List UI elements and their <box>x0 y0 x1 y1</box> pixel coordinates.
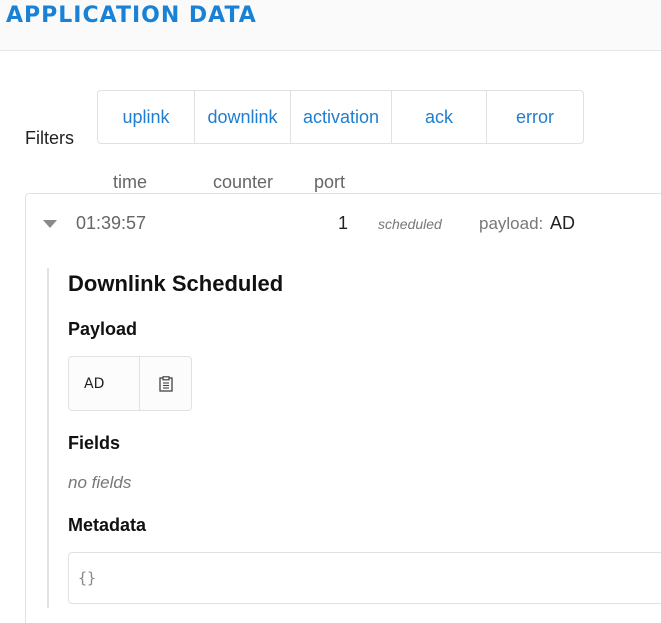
metadata-box: {} <box>68 552 661 604</box>
entry-payload-label: payload: <box>479 214 544 233</box>
filter-error-button[interactable]: error <box>487 91 583 143</box>
header-bar: APPLICATION DATA <box>0 0 661 51</box>
payload-box: AD <box>68 356 192 411</box>
payload-value: AD <box>69 357 140 410</box>
payload-heading: Payload <box>68 319 138 339</box>
column-header-port: port <box>314 172 346 192</box>
filters-label: Filters <box>25 128 74 148</box>
page-title: APPLICATION DATA <box>6 3 257 28</box>
metadata-heading: Metadata <box>68 515 147 535</box>
entry-payload-value: AD <box>550 213 576 233</box>
entry-status: scheduled <box>378 216 442 232</box>
column-header-time: time <box>113 172 148 192</box>
filter-downlink-button[interactable]: downlink <box>195 91 291 143</box>
caret-down-icon[interactable] <box>43 220 57 228</box>
filter-activation-button[interactable]: activation <box>291 91 392 143</box>
detail-divider <box>47 268 49 608</box>
entry-time: 01:39:57 <box>76 213 147 233</box>
fields-heading: Fields <box>68 433 121 453</box>
clipboard-icon <box>158 375 173 392</box>
no-fields-text: no fields <box>68 473 132 492</box>
column-header-counter: counter <box>213 172 274 192</box>
page: APPLICATION DATA Filters uplink downlink… <box>0 0 661 623</box>
filter-button-group: uplink downlink activation ack error <box>97 90 584 144</box>
filter-uplink-button[interactable]: uplink <box>98 91 195 143</box>
copy-payload-button[interactable] <box>140 357 191 410</box>
detail-title: Downlink Scheduled <box>68 271 284 296</box>
filter-ack-button[interactable]: ack <box>392 91 487 143</box>
entry-port: 1 <box>338 213 349 233</box>
